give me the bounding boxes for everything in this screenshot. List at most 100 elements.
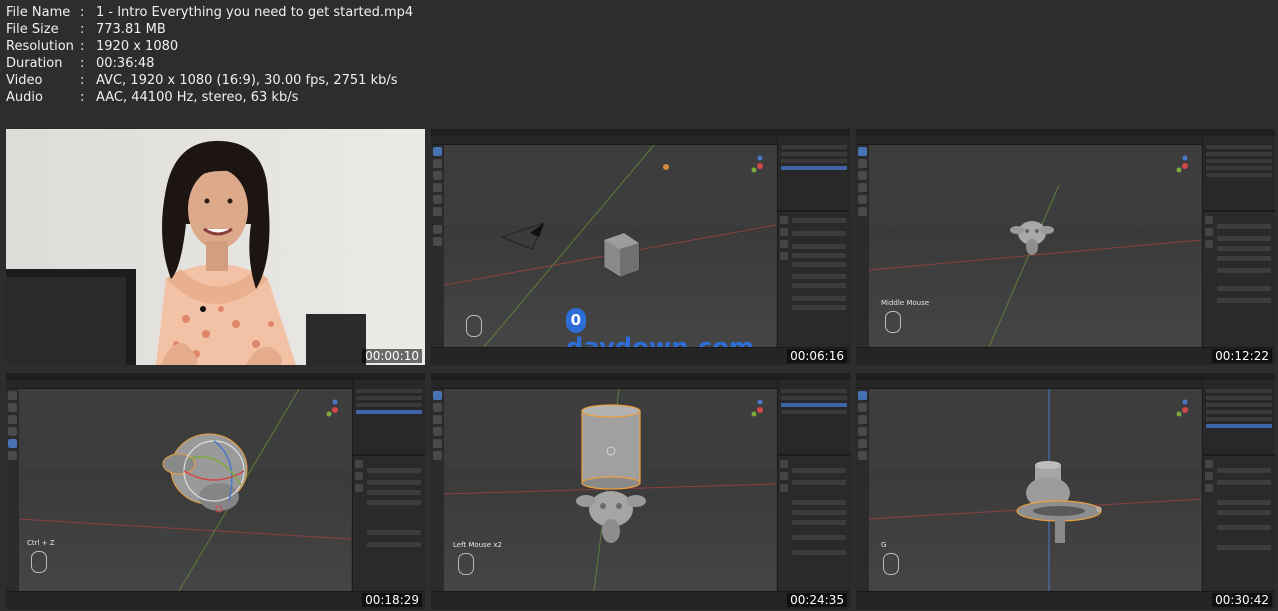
move-tool-icon [433, 415, 442, 424]
right-panel [1202, 136, 1275, 347]
prop-row [792, 305, 846, 310]
timestamp-label: 00:12:22 [1212, 349, 1272, 363]
prop-row [792, 231, 846, 236]
thumbnail-blender-torus[interactable]: G 00:30:42 [856, 373, 1275, 609]
outliner [778, 136, 850, 212]
prop-row [792, 510, 846, 515]
prop-row [792, 244, 846, 249]
outliner [1203, 136, 1275, 212]
blender-menu-bar [431, 129, 850, 136]
rotate-tool-icon [858, 427, 867, 436]
prop-row [1217, 286, 1271, 291]
info-label: Duration [6, 56, 63, 71]
prop-row [1217, 236, 1271, 241]
prop-row [792, 283, 846, 288]
blender-menu-bar [856, 373, 1275, 380]
annotate-tool-icon [433, 225, 442, 234]
key-hint: Left Mouse x2 [453, 541, 502, 549]
prop-row [1217, 545, 1271, 550]
render-props-icon [1205, 472, 1213, 480]
object-props-icon [780, 252, 788, 260]
output-props-icon [355, 484, 363, 492]
rotate-tool-icon [858, 183, 867, 192]
outliner [353, 380, 425, 456]
outliner-row [1206, 152, 1272, 156]
render-props-icon [780, 228, 788, 236]
outliner-row [1206, 173, 1272, 177]
info-separator: : [80, 39, 85, 54]
thumbnail-blender-rotate[interactable]: Ctrl + Z 00:18:29 [6, 373, 425, 609]
3d-viewport[interactable]: Middle Mouse [869, 145, 1201, 347]
move-tool-icon [858, 415, 867, 424]
tool-props-icon [1205, 460, 1213, 468]
info-value: 1920 x 1080 [96, 39, 179, 54]
navigation-gizmo-icon[interactable] [1174, 399, 1196, 421]
outliner-row-selected [356, 410, 422, 414]
prop-row [367, 480, 421, 485]
transform-tool-icon [858, 207, 867, 216]
navigation-gizmo-icon[interactable] [749, 399, 771, 421]
rotate-tool-icon [8, 427, 17, 436]
prop-row [792, 253, 846, 258]
navigation-gizmo-icon[interactable] [324, 399, 346, 421]
tool-props-icon [355, 460, 363, 468]
measure-tool-icon [433, 237, 442, 246]
outliner-row [1206, 396, 1272, 400]
prop-row [792, 480, 846, 485]
info-label: Audio [6, 90, 43, 105]
transform-tool-icon [858, 451, 867, 460]
3d-viewport[interactable]: 0daydown.com [444, 145, 776, 347]
cursor-tool-icon [433, 159, 442, 168]
info-separator: : [80, 5, 85, 20]
3d-viewport[interactable]: G [869, 389, 1201, 591]
mouse-icon [458, 553, 474, 575]
outliner-row [356, 396, 422, 400]
info-label: File Size [6, 22, 59, 37]
outliner-row [1206, 403, 1272, 407]
prop-row [792, 262, 846, 267]
tool-props-icon [780, 216, 788, 224]
select-tool-icon [8, 391, 17, 400]
thumbnail-blender-cube[interactable]: 0daydown.com 00:06:16 [431, 129, 850, 365]
info-separator: : [80, 90, 85, 105]
prop-row-selected [1217, 246, 1271, 251]
prop-row [367, 542, 421, 547]
info-label: Video [6, 73, 43, 88]
transform-tool-icon [8, 451, 17, 460]
outliner-row [1206, 145, 1272, 149]
thumbnail-blender-cylinder[interactable]: Left Mouse x2 00:24:35 [431, 373, 850, 609]
prop-row-selected [367, 490, 421, 495]
prop-row [1217, 224, 1271, 229]
cursor-tool-icon [858, 403, 867, 412]
transform-tool-icon [433, 451, 442, 460]
outliner-row [781, 410, 847, 414]
info-separator: : [80, 56, 85, 71]
render-props-icon [1205, 228, 1213, 236]
prop-row [1217, 268, 1271, 273]
3d-viewport[interactable]: Ctrl + Z [19, 389, 351, 591]
prop-row [1217, 468, 1271, 473]
outliner-row [1206, 159, 1272, 163]
info-value: 00:36:48 [96, 56, 155, 71]
3d-viewport[interactable]: Left Mouse x2 [444, 389, 776, 591]
prop-row [1217, 480, 1271, 485]
right-panel [352, 380, 425, 591]
thumbnail-blender-monkey[interactable]: Middle Mouse 00:12:22 [856, 129, 1275, 365]
move-tool-icon [433, 171, 442, 180]
timestamp-label: 00:24:35 [787, 593, 847, 607]
prop-row [1217, 500, 1271, 505]
toolbar [856, 389, 869, 591]
outliner-row [356, 389, 422, 393]
outliner [1203, 380, 1275, 456]
thumbnail-presenter[interactable]: 00:00:10 [6, 129, 425, 365]
info-value: 773.81 MB [96, 22, 166, 37]
navigation-gizmo-icon[interactable] [1174, 155, 1196, 177]
navigation-gizmo-icon[interactable] [749, 155, 771, 177]
mouse-icon [466, 315, 482, 337]
select-tool-icon [433, 147, 442, 156]
prop-row [1217, 256, 1271, 261]
transform-tool-icon [433, 207, 442, 216]
outliner-row [1206, 417, 1272, 421]
info-value: 1 - Intro Everything you need to get sta… [96, 5, 414, 20]
timestamp-label: 00:06:16 [787, 349, 847, 363]
